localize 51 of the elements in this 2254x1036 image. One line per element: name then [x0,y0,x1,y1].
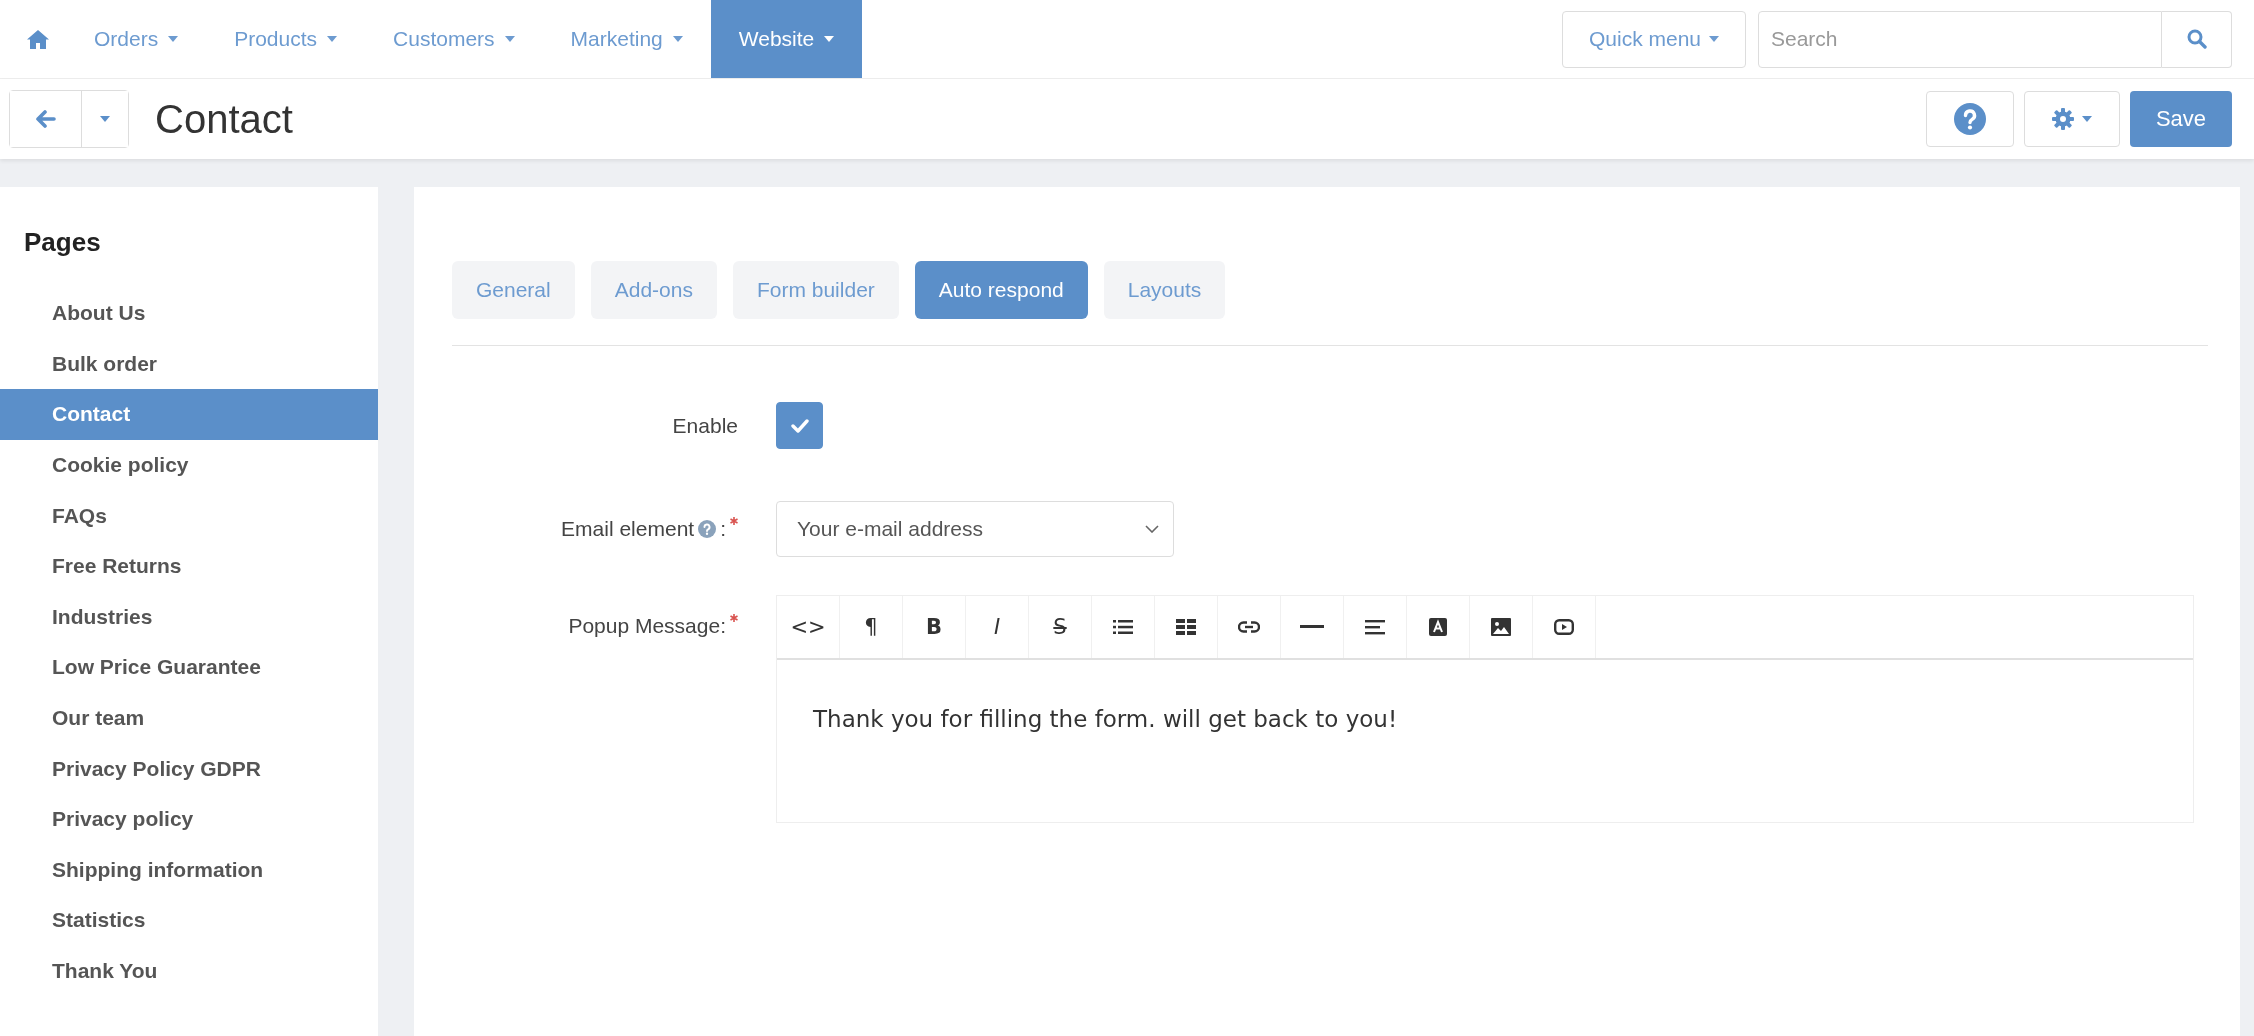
back-arrow-icon [35,110,56,128]
field-label: Popup Message: [568,614,726,638]
settings-button[interactable] [2024,91,2120,147]
table-icon [1176,619,1196,635]
chevron-down-icon [1145,525,1159,533]
search-icon [2186,29,2207,49]
sidebar-title: Pages [24,227,102,258]
caret-icon [327,36,338,42]
caret-icon [2082,116,2092,122]
back-button[interactable] [10,91,82,147]
sidebar-item[interactable]: Shipping information [0,844,378,896]
sidebar-item[interactable]: Our team [0,692,378,744]
page-title: Contact [155,96,293,142]
image-icon [1491,618,1511,636]
sidebar-item[interactable]: Statistics [0,895,378,946]
home-icon[interactable] [27,29,49,49]
sidebar-item[interactable]: Bulk order [0,338,378,390]
caret-icon [100,116,110,122]
horizontal-line-icon [1300,625,1324,629]
sidebar-item[interactable]: FAQs [0,490,378,541]
sidebar-item[interactable]: Industries [0,591,378,643]
field-label: Enable [672,413,738,438]
sidebar-item[interactable]: Privacy Policy GDPR [0,743,378,794]
font-color-icon [1429,618,1447,636]
caret-icon [824,36,835,42]
help-icon [1954,103,1986,135]
label-colon: : [720,517,726,541]
search-button[interactable] [2162,10,2232,68]
caret-icon [504,36,515,42]
sidebar-item[interactable]: Free Returns [0,540,378,592]
search-field[interactable]: Search [1758,10,2162,68]
check-icon [790,418,809,433]
email-element-select[interactable]: Your e-mail address [776,501,1174,557]
sidebar-item[interactable]: Low Price Guarantee [0,642,378,693]
help-icon [698,520,717,538]
link-icon [1238,621,1260,633]
message-text[interactable]: Thank you for filling the form. will get back to you! [777,660,2193,822]
sidebar-item[interactable]: Cookie policy [0,439,378,491]
caret-icon [168,36,179,42]
bullet-list-icon [1113,619,1133,635]
enable-checkbox[interactable] [776,402,823,449]
settings-icon [2052,108,2074,130]
field-label: Email element [561,517,695,541]
sidebar-item[interactable]: Privacy policy [0,793,378,845]
sidebar-item[interactable]: About Us [0,288,378,339]
help-button[interactable] [1926,91,2014,147]
video-icon [1554,619,1574,635]
caret-icon [672,36,683,42]
caret-icon [1709,36,1719,42]
align-left-icon [1365,619,1385,635]
sidebar-item[interactable]: Thank You [0,945,378,997]
